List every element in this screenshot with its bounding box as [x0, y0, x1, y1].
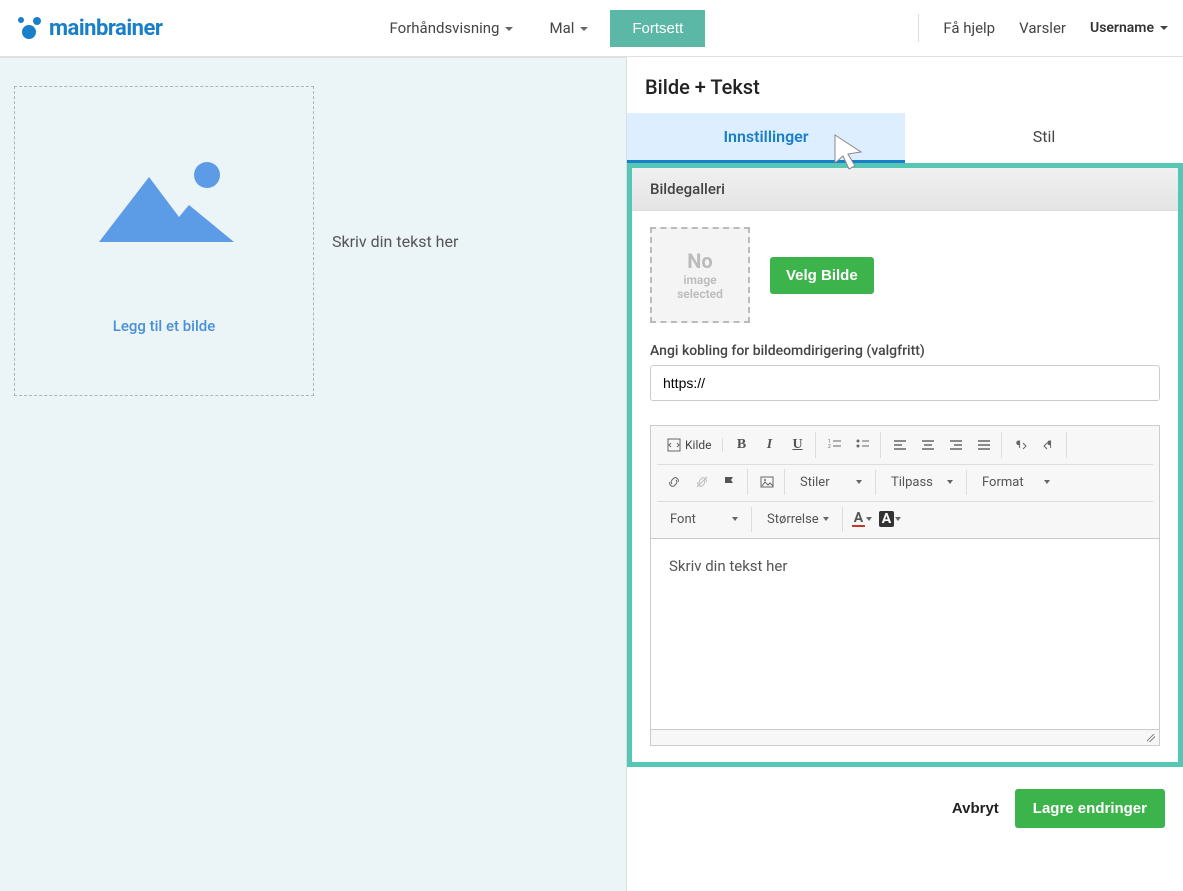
separator — [918, 14, 919, 42]
caret-icon — [580, 27, 588, 31]
align-center-icon — [921, 438, 935, 452]
nav-template-label: Mal — [549, 19, 574, 37]
sidebar-panel: Bilde + Tekst Innstillinger Stil Bildega… — [627, 57, 1183, 891]
panel-body: No image selected Velg Bilde Angi koblin… — [632, 211, 1178, 762]
caret-icon — [895, 517, 901, 521]
numbered-list-button[interactable]: 12 — [822, 432, 848, 458]
sidebar-tabs: Innstillinger Stil — [627, 113, 1183, 163]
tab-settings[interactable]: Innstillinger — [627, 113, 905, 163]
svg-text:2: 2 — [828, 444, 831, 450]
logo-icon — [15, 15, 43, 41]
align-center-button[interactable] — [915, 432, 941, 458]
editor-body[interactable]: Skriv din tekst her — [651, 539, 1159, 729]
ltr-button[interactable]: ¶ — [1008, 432, 1034, 458]
add-image-label: Legg til et bilde — [113, 317, 216, 335]
source-label: Kilde — [685, 438, 712, 452]
source-icon — [667, 438, 681, 452]
size-label: Størrelse — [759, 508, 827, 531]
rtl-button[interactable]: ¶ — [1036, 432, 1062, 458]
format-label: Format — [974, 471, 1032, 494]
logo[interactable]: mainbrainer — [15, 15, 162, 41]
styles-select[interactable]: Stiler — [791, 470, 871, 495]
logo-text: mainbrainer — [49, 16, 162, 41]
nav-preview[interactable]: Forhåndsvisning — [376, 11, 528, 45]
sidebar-title: Bilde + Tekst — [627, 57, 1183, 113]
text-color-button[interactable]: A — [849, 506, 875, 532]
image-button[interactable] — [754, 469, 780, 495]
unlink-icon — [695, 475, 709, 489]
continue-button[interactable]: Fortsett — [610, 10, 705, 47]
header-nav: Forhåndsvisning Mal Fortsett — [376, 10, 706, 47]
cancel-button[interactable]: Avbryt — [952, 800, 999, 817]
header-right: Få hjelp Varsler Username — [918, 14, 1168, 42]
source-button[interactable]: Kilde — [661, 438, 718, 452]
link-field-label: Angi kobling for bildeomdirigering (valg… — [650, 343, 1160, 359]
align-right-icon — [949, 438, 963, 452]
no-image-sub: image selected — [677, 273, 723, 302]
fit-select[interactable]: Tilpass — [882, 470, 962, 495]
link-button[interactable] — [661, 469, 687, 495]
flag-icon — [723, 475, 737, 489]
unlink-button[interactable] — [689, 469, 715, 495]
app-header: mainbrainer Forhåndsvisning Mal Fortsett… — [0, 0, 1183, 57]
align-justify-icon — [977, 438, 991, 452]
select-image-button[interactable]: Velg Bilde — [770, 257, 874, 294]
align-justify-button[interactable] — [971, 432, 997, 458]
font-select[interactable]: Font — [661, 507, 747, 532]
no-image-no: No — [687, 249, 712, 273]
fit-label: Tilpass — [883, 471, 941, 494]
sidebar-footer: Avbryt Lagre endringer — [627, 767, 1183, 850]
anchor-button[interactable] — [717, 469, 743, 495]
image-icon — [760, 475, 774, 489]
user-menu[interactable]: Username — [1090, 20, 1168, 36]
caret-icon — [1160, 26, 1168, 30]
nav-template[interactable]: Mal — [535, 11, 602, 45]
alerts-link[interactable]: Varsler — [1019, 19, 1066, 37]
size-select[interactable]: Størrelse — [758, 507, 838, 532]
bold-button[interactable]: B — [729, 432, 755, 458]
nav-preview-label: Forhåndsvisning — [390, 19, 500, 37]
svg-text:¶: ¶ — [1047, 440, 1052, 451]
help-link[interactable]: Få hjelp — [943, 19, 995, 37]
link-icon — [667, 475, 681, 489]
tab-settings-label: Innstillinger — [723, 127, 808, 146]
ul-icon — [856, 438, 870, 452]
image-placeholder-icon — [89, 147, 239, 257]
username-label: Username — [1090, 20, 1154, 36]
align-left-button[interactable] — [887, 432, 913, 458]
image-link-input[interactable] — [650, 365, 1160, 401]
tab-style-label: Stil — [1033, 127, 1056, 146]
caret-icon — [866, 517, 872, 521]
block-row: Legg til et bilde Skriv din tekst her — [14, 86, 612, 396]
svg-text:¶: ¶ — [1016, 440, 1021, 451]
tab-style[interactable]: Stil — [905, 113, 1183, 163]
bullet-list-button[interactable] — [850, 432, 876, 458]
save-button[interactable]: Lagre endringer — [1015, 789, 1165, 828]
rtl-icon: ¶ — [1042, 438, 1056, 452]
align-left-icon — [893, 438, 907, 452]
main: Legg til et bilde Skriv din tekst her Bi… — [0, 57, 1183, 891]
ltr-icon: ¶ — [1014, 438, 1028, 452]
canvas-area: Legg til et bilde Skriv din tekst her — [0, 57, 627, 891]
no-image-thumb: No image selected — [650, 227, 750, 323]
header-left: mainbrainer — [15, 15, 162, 41]
ol-icon: 12 — [828, 438, 842, 452]
italic-button[interactable]: I — [757, 432, 783, 458]
editor-resize-handle[interactable] — [651, 729, 1159, 745]
text-editor: Kilde B I U 12 — [650, 425, 1160, 746]
gallery-heading: Bildegalleri — [632, 168, 1178, 211]
underline-button[interactable]: U — [785, 432, 811, 458]
editor-toolbar: Kilde B I U 12 — [651, 426, 1159, 539]
format-select[interactable]: Format — [973, 470, 1059, 495]
image-placeholder-block[interactable]: Legg til et bilde — [14, 86, 314, 396]
caret-icon — [505, 27, 513, 31]
styles-label: Stiler — [792, 471, 838, 494]
bg-color-button[interactable]: A — [877, 506, 903, 532]
image-select-row: No image selected Velg Bilde — [650, 227, 1160, 323]
highlighted-panel: Bildegalleri No image selected Velg Bild… — [627, 163, 1183, 767]
canvas-text-placeholder[interactable]: Skriv din tekst her — [332, 232, 458, 251]
font-label: Font — [662, 508, 704, 531]
align-right-button[interactable] — [943, 432, 969, 458]
